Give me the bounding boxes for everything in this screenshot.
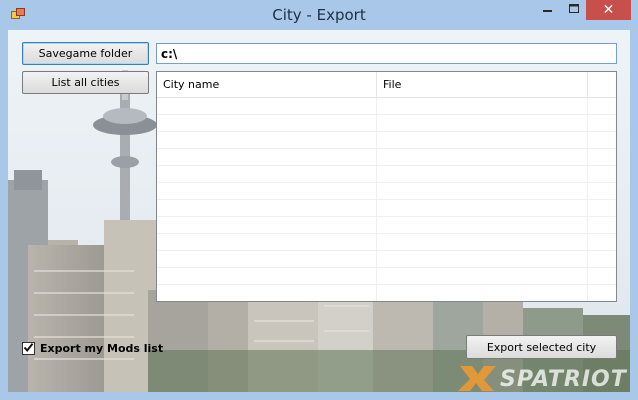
- empty-row: [157, 115, 616, 132]
- empty-row: [157, 285, 616, 301]
- city-list[interactable]: City name File: [156, 71, 617, 302]
- checkmark-icon: [23, 342, 34, 356]
- empty-row: [157, 200, 616, 217]
- checkbox-box[interactable]: [22, 342, 35, 355]
- title-bar[interactable]: City - Export ✕: [0, 0, 638, 30]
- close-button[interactable]: ✕: [586, 0, 631, 20]
- maximize-icon: [568, 3, 579, 17]
- close-icon: ✕: [602, 2, 615, 18]
- minimize-button[interactable]: [535, 0, 561, 20]
- export-selected-city-button[interactable]: Export selected city: [466, 335, 617, 359]
- watermark-logo: SPATRIOT: [456, 360, 630, 392]
- empty-row: [157, 132, 616, 149]
- empty-row: [157, 166, 616, 183]
- empty-row: [157, 251, 616, 268]
- savegame-folder-button[interactable]: Savegame folder: [22, 42, 149, 65]
- empty-row: [157, 98, 616, 115]
- column-header-filler: [588, 72, 616, 97]
- client-area: Savegame folder List all cities City nam…: [8, 30, 630, 392]
- empty-row: [157, 149, 616, 166]
- savegame-path-field[interactable]: [156, 43, 617, 64]
- empty-row: [157, 183, 616, 200]
- empty-row: [157, 234, 616, 251]
- city-list-rows: [157, 98, 616, 301]
- svg-text:SPATRIOT: SPATRIOT: [500, 367, 628, 392]
- column-header-file[interactable]: File: [377, 72, 588, 97]
- city-list-header: City name File: [157, 72, 616, 98]
- empty-row: [157, 268, 616, 285]
- export-mods-checkbox[interactable]: Export my Mods list: [22, 342, 163, 355]
- export-mods-label: Export my Mods list: [40, 342, 164, 355]
- empty-row: [157, 217, 616, 234]
- column-header-city-name[interactable]: City name: [157, 72, 377, 97]
- minimize-icon: [543, 4, 553, 17]
- app-window: City - Export ✕ Savegame folder List all…: [0, 0, 638, 400]
- maximize-button[interactable]: [561, 0, 586, 20]
- list-all-cities-button[interactable]: List all cities: [22, 71, 149, 94]
